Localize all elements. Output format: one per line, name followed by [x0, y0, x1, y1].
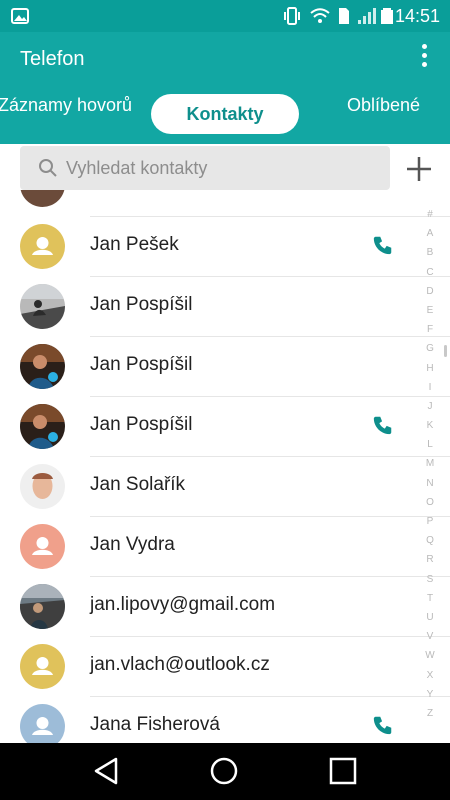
index-letter[interactable]: W [418, 646, 442, 665]
index-letter[interactable]: K [418, 416, 442, 435]
index-letter[interactable]: Y [418, 685, 442, 704]
index-letter[interactable]: S [418, 570, 442, 589]
contact-row[interactable]: jan.vlach@outlook.cz [0, 637, 450, 697]
index-letter[interactable]: R [418, 550, 442, 569]
index-letter[interactable]: J [418, 397, 442, 416]
index-letter[interactable]: D [418, 282, 442, 301]
recents-icon[interactable] [327, 755, 359, 787]
contact-row[interactable]: Jan Vydra [0, 517, 450, 577]
index-letter[interactable]: H [418, 359, 442, 378]
contact-row[interactable]: jan.lipovy@gmail.com [0, 577, 450, 637]
contact-photo [20, 584, 65, 629]
default-avatar-icon [20, 224, 65, 269]
index-letter[interactable]: X [418, 666, 442, 685]
partial-contact-avatar[interactable] [20, 190, 65, 207]
contact-row[interactable]: Jan Pospíšil [0, 397, 450, 457]
default-avatar-icon [20, 704, 65, 743]
home-icon[interactable] [208, 755, 240, 787]
sim-icon [339, 8, 349, 24]
contact-photo [20, 464, 65, 509]
contact-row[interactable]: Jana Fisherová [0, 697, 450, 743]
index-letter[interactable]: F [418, 320, 442, 339]
default-avatar-icon [20, 644, 65, 689]
phone-icon[interactable] [372, 714, 394, 736]
app-bar: Telefon Záznamy hovorů Kontakty Oblíbené [0, 32, 450, 144]
phone-icon[interactable] [372, 414, 394, 436]
battery-icon [381, 8, 393, 24]
contact-name: Jan Pospíšil [90, 354, 193, 375]
status-bar: 14:51 [0, 0, 450, 32]
index-letter[interactable]: Z [418, 704, 442, 723]
index-letter[interactable]: Q [418, 531, 442, 550]
phone-icon[interactable] [372, 234, 394, 256]
tab-call-history[interactable]: Záznamy hovorů [0, 95, 132, 116]
navigation-bar [0, 743, 450, 800]
index-letter[interactable]: O [418, 493, 442, 512]
alphabet-index[interactable]: # A B C D E F G H I J K L M N O P Q R S … [418, 205, 442, 725]
contact-name: jan.lipovy@gmail.com [90, 594, 276, 615]
index-letter[interactable]: A [418, 224, 442, 243]
index-letter[interactable]: P [418, 512, 442, 531]
index-letter[interactable]: C [418, 263, 442, 282]
tab-contacts[interactable]: Kontakty [151, 94, 299, 134]
signal-icon [358, 8, 376, 24]
search-placeholder: Vyhledat kontakty [66, 158, 208, 178]
contact-name: jan.vlach@outlook.cz [90, 654, 270, 675]
index-letter[interactable]: B [418, 243, 442, 262]
index-letter[interactable]: # [418, 205, 442, 224]
tab-favorites[interactable]: Oblíbené [347, 95, 420, 116]
default-avatar-icon [20, 524, 65, 569]
clock: 14:51 [394, 6, 440, 26]
contact-row[interactable]: Jan Solařík [0, 457, 450, 517]
contact-list: Jan Pešek Jan Pospíšil Jan Pospíšil Jan … [0, 190, 450, 743]
gallery-icon [11, 8, 29, 24]
back-icon[interactable] [90, 755, 122, 787]
index-letter[interactable]: T [418, 589, 442, 608]
contact-name: Jan Solařík [90, 474, 186, 495]
contact-row[interactable]: Jan Pospíšil [0, 337, 450, 397]
contact-row[interactable]: Jan Pospíšil [0, 277, 450, 337]
vibrate-icon [284, 7, 300, 25]
scrollbar-thumb[interactable] [444, 345, 447, 357]
index-letter[interactable]: L [418, 435, 442, 454]
overflow-menu-icon[interactable] [422, 44, 428, 72]
contact-name: Jan Pešek [90, 234, 179, 255]
add-contact-icon[interactable] [405, 155, 433, 183]
index-letter[interactable]: V [418, 627, 442, 646]
contact-row[interactable]: Jan Pešek [0, 217, 450, 277]
contact-photo [20, 404, 65, 449]
index-letter[interactable]: G [418, 339, 442, 358]
contact-name: Jan Vydra [90, 534, 175, 555]
index-letter[interactable]: I [418, 378, 442, 397]
index-letter[interactable]: U [418, 608, 442, 627]
contact-photo [20, 344, 65, 389]
search-input[interactable]: Vyhledat kontakty [20, 146, 390, 190]
wifi-icon [310, 8, 330, 23]
contact-name: Jan Pospíšil [90, 294, 193, 315]
contact-name: Jana Fisherová [90, 714, 220, 735]
index-letter[interactable]: E [418, 301, 442, 320]
contact-name: Jan Pospíšil [90, 414, 193, 435]
index-letter[interactable]: M [418, 454, 442, 473]
app-title: Telefon [20, 48, 85, 70]
tab-contacts-label: Kontakty [186, 103, 264, 124]
contact-photo [20, 284, 65, 329]
search-icon [39, 159, 57, 177]
index-letter[interactable]: N [418, 474, 442, 493]
